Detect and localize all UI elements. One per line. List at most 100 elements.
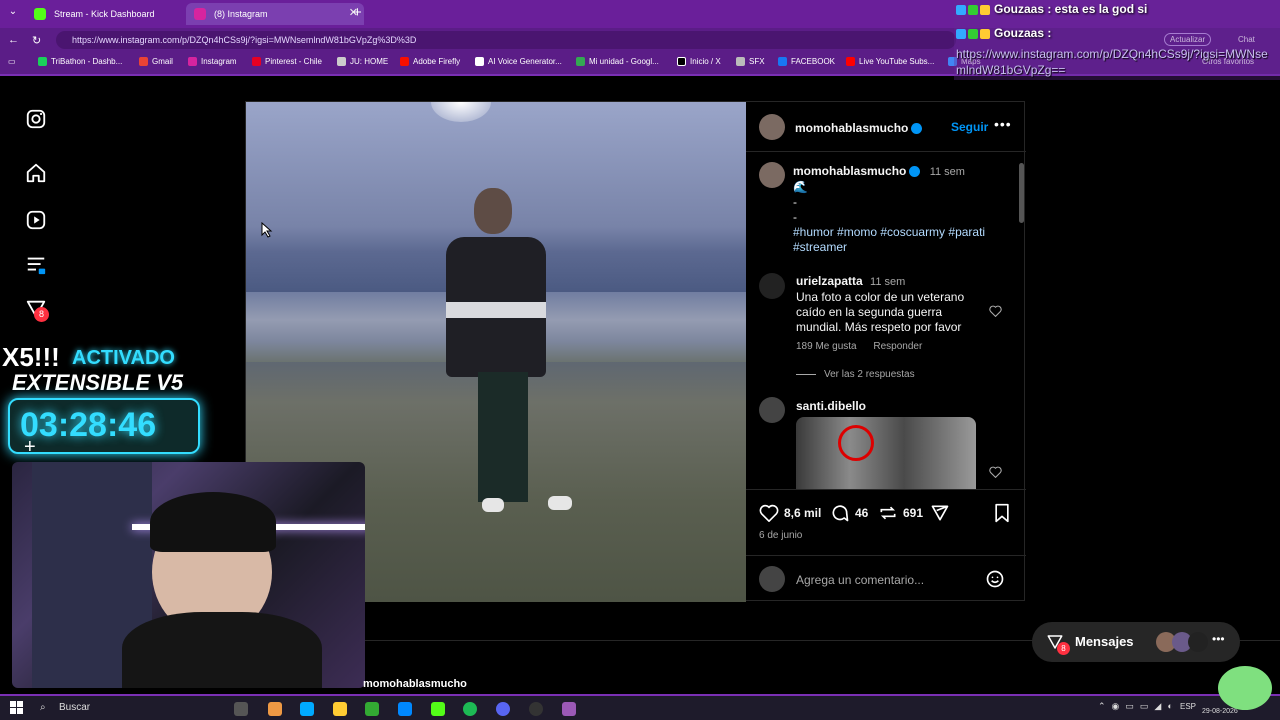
avatar[interactable] xyxy=(759,114,785,140)
tray-icons[interactable]: ⌃◉▭▭◢◐ xyxy=(1098,701,1179,712)
comment-user[interactable]: urielzapatta xyxy=(796,274,863,288)
caption-text: - xyxy=(793,210,797,224)
bookmark-item[interactable]: Instagram xyxy=(188,57,237,66)
post-actions: 8,6 mil 46 691 6 de junio Agrega un come… xyxy=(746,489,1026,601)
webcam-feed xyxy=(12,462,365,688)
bookmark-item[interactable]: Pinterest - Chile xyxy=(252,57,322,66)
send-icon[interactable] xyxy=(930,503,950,523)
search-icon[interactable]: ⌕ xyxy=(40,702,46,713)
home-icon[interactable] xyxy=(25,162,47,184)
like-icon[interactable] xyxy=(759,504,779,522)
hashtags[interactable]: #streamer xyxy=(793,240,847,254)
shoe xyxy=(482,498,504,512)
obs-icon[interactable] xyxy=(529,702,543,716)
bookmark-item[interactable]: Gmail xyxy=(139,57,173,66)
explorer-icon[interactable] xyxy=(333,702,347,716)
folder-icon xyxy=(736,57,745,66)
comments-list[interactable]: momohablasmucho 11 sem 🌊 - - #humor #mom… xyxy=(746,153,1026,489)
store-icon[interactable] xyxy=(365,702,379,716)
mascot-decoration xyxy=(1218,666,1272,710)
new-tab-button[interactable]: + xyxy=(353,4,362,21)
avatar[interactable] xyxy=(759,162,785,188)
pinterest-icon xyxy=(252,57,261,66)
bookmark-label: SFX xyxy=(749,57,765,66)
bookmark-label: Live YouTube Subs... xyxy=(859,57,935,66)
bookmark-icon xyxy=(475,57,484,66)
tab-kick-dashboard[interactable]: Stream - Kick Dashboard ✕ xyxy=(26,3,204,25)
like-comment-icon[interactable] xyxy=(989,466,1002,478)
bookmark-item[interactable]: FACEBOOK xyxy=(778,57,835,66)
avatar[interactable] xyxy=(759,273,785,299)
avatar xyxy=(1188,632,1208,652)
bookmark-item[interactable]: AI Voice Generator... xyxy=(475,57,562,66)
comment-likes[interactable]: 189 Me gusta xyxy=(796,341,857,352)
more-icon[interactable]: ••• xyxy=(1212,632,1225,646)
view-replies-label: Ver las 2 respuestas xyxy=(824,369,915,380)
wave-emoji: 🌊 xyxy=(793,180,808,194)
follow-button[interactable]: Seguir xyxy=(951,120,988,134)
comment-icon[interactable] xyxy=(830,503,850,523)
bookmark-label: TriBathon - Dashb... xyxy=(51,57,123,66)
bookmark-item[interactable]: Live YouTube Subs... xyxy=(846,57,934,66)
caption-author[interactable]: momohablasmucho xyxy=(793,164,906,178)
back-icon[interactable]: ← xyxy=(8,34,19,46)
like-comment-icon[interactable] xyxy=(989,305,1002,317)
taskbar-search[interactable]: Buscar xyxy=(59,702,90,713)
subathon-timer: 03:28:46 xyxy=(20,406,157,444)
app-icon[interactable] xyxy=(268,702,282,716)
comment-image[interactable] xyxy=(796,417,976,489)
post-author[interactable]: momohablasmucho xyxy=(795,121,923,135)
shirt-stripe xyxy=(446,302,546,318)
more-options-icon[interactable]: ••• xyxy=(994,116,1012,132)
spotify-icon[interactable] xyxy=(463,702,477,716)
avatar[interactable] xyxy=(759,397,785,423)
avatar xyxy=(759,566,785,592)
repost-icon[interactable] xyxy=(878,503,898,523)
save-icon[interactable] xyxy=(993,503,1011,523)
bookmark-label: Instagram xyxy=(201,57,237,66)
bookmark-item[interactable]: Adobe Firefly xyxy=(400,57,460,66)
language-indicator[interactable]: ESP xyxy=(1180,702,1196,711)
emoji-icon[interactable] xyxy=(985,569,1005,589)
scrollbar[interactable] xyxy=(1019,163,1024,223)
instagram-logo-icon[interactable] xyxy=(25,108,47,130)
shirt xyxy=(122,612,322,688)
kick-icon[interactable] xyxy=(431,702,445,716)
chat-text: Gouzaas : xyxy=(994,26,1052,40)
bookmark-item[interactable]: TriBathon - Dashb... xyxy=(38,57,122,66)
messages-button[interactable]: 8 Mensajes ••• xyxy=(1032,622,1240,662)
feeds-icon[interactable] xyxy=(25,254,47,276)
facebook-icon xyxy=(778,57,787,66)
reels-icon[interactable] xyxy=(25,209,47,231)
bookmark-item[interactable]: JU: HOME xyxy=(337,57,388,66)
bottom-username: momohablasmucho xyxy=(363,678,467,690)
tab-menu-icon[interactable]: ⌄ xyxy=(6,6,20,20)
reload-icon[interactable]: ↻ xyxy=(32,34,41,47)
comment-text: Una foto a color de un veterano caído en… xyxy=(796,290,965,334)
bookmark-item[interactable]: SFX xyxy=(736,57,765,66)
taskbar-date[interactable]: 29-08-2026 xyxy=(1202,708,1238,715)
hair xyxy=(150,492,276,552)
timer-box: 03:28:46 xyxy=(8,398,200,454)
discord-icon[interactable] xyxy=(496,702,510,716)
app-icon[interactable] xyxy=(562,702,576,716)
like-count[interactable]: 8,6 mil xyxy=(784,506,821,520)
replies-line xyxy=(796,374,816,375)
tab-instagram[interactable]: (8) Instagram ✕ xyxy=(186,3,364,25)
edge-icon[interactable] xyxy=(300,702,314,716)
task-view-icon[interactable] xyxy=(234,702,248,716)
comment-input[interactable]: Agrega un comentario... xyxy=(796,573,924,587)
photoshop-icon[interactable] xyxy=(398,702,412,716)
address-input[interactable]: https://www.instagram.com/p/DZQn4hCSs9j/… xyxy=(56,31,956,49)
bookmark-item[interactable]: Inicio / X xyxy=(677,57,721,66)
x-icon xyxy=(677,57,686,66)
comment-user[interactable]: santi.dibello xyxy=(796,399,866,413)
windows-start-icon[interactable] xyxy=(10,701,23,714)
bookmarks-menu-icon[interactable]: ▭ xyxy=(8,57,16,66)
reply-button[interactable]: Responder xyxy=(873,341,922,352)
adobe-icon xyxy=(400,57,409,66)
hashtags[interactable]: #humor #momo #coscuarmy #parati xyxy=(793,225,985,239)
bookmark-item[interactable]: Mi unidad - Googl... xyxy=(576,57,659,66)
view-replies-button[interactable]: Ver las 2 respuestas xyxy=(796,369,915,380)
comment-time: 11 sem xyxy=(870,276,906,288)
